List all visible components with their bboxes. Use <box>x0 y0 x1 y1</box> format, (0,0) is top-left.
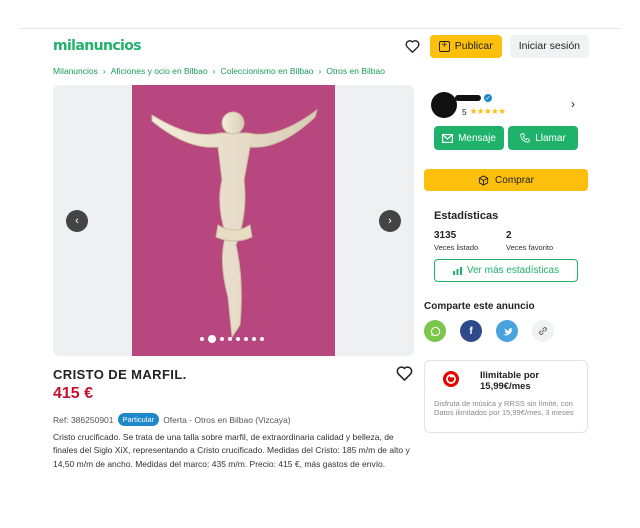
gallery-dot[interactable] <box>236 337 240 341</box>
stat-favs: 2 Veces favorito <box>506 230 553 252</box>
whatsapp-icon[interactable] <box>424 320 446 342</box>
breadcrumb-item[interactable]: Aficiones y ocio en Bilbao <box>111 66 208 76</box>
favs-count: 2 <box>506 230 512 241</box>
gallery-dot[interactable] <box>220 337 224 341</box>
facebook-icon[interactable]: f <box>460 320 482 342</box>
gallery-dot-active[interactable] <box>208 335 216 343</box>
vodafone-logo-icon <box>443 371 459 387</box>
breadcrumb-item[interactable]: Otros en Bilbao <box>326 66 385 76</box>
gallery-dot[interactable] <box>228 337 232 341</box>
seller-avatar <box>431 92 457 118</box>
breadcrumb-item[interactable]: Milanuncios <box>53 66 98 76</box>
more-stats-label: Ver más estadísticas <box>466 265 560 276</box>
milanuncios-logo[interactable]: milanuncios <box>53 38 142 54</box>
stat-views: 3135 Veces listado <box>434 230 478 252</box>
chevron-right-icon[interactable]: › <box>571 97 575 111</box>
views-count: 3135 <box>434 230 457 241</box>
next-image-button[interactable]: › <box>379 210 401 232</box>
gallery-dot[interactable] <box>260 337 264 341</box>
plus-icon: + <box>438 40 450 52</box>
bar-chart-icon <box>452 266 462 275</box>
twitter-icon[interactable] <box>496 320 518 342</box>
seller-name-redacted <box>455 95 481 101</box>
top-divider <box>20 28 620 29</box>
gallery-dot[interactable] <box>200 337 204 341</box>
phone-icon <box>520 133 530 143</box>
favorites-heart-icon[interactable] <box>404 37 422 55</box>
favorite-heart-icon[interactable] <box>396 365 413 386</box>
publish-button[interactable]: + Publicar <box>429 34 502 58</box>
buy-label: Comprar <box>495 174 534 186</box>
login-button[interactable]: Iniciar sesión <box>509 34 589 58</box>
seller-card[interactable]: ✓ 5 ★★★★★ › <box>425 89 578 121</box>
seller-rating: 5 ★★★★★ <box>462 106 506 117</box>
call-button[interactable]: Llamar <box>508 126 578 150</box>
share-buttons: f <box>424 320 554 342</box>
share-title: Comparte este anuncio <box>424 301 535 312</box>
more-stats-button[interactable]: Ver más estadísticas <box>434 259 578 282</box>
stats-title: Estadísticas <box>434 210 499 222</box>
ad-banner[interactable]: Ilimitable por 15,99€/mes Disfruta de mú… <box>424 360 588 433</box>
gallery-dot[interactable] <box>244 337 248 341</box>
seller-type-badge: Particular <box>117 413 160 426</box>
rating-count: 5 <box>462 106 467 117</box>
listing-meta: Ref: 386250901 Particular Oferta - Otros… <box>53 413 291 426</box>
package-icon <box>478 174 489 186</box>
listing-photo[interactable] <box>132 85 335 356</box>
call-label: Llamar <box>535 132 566 144</box>
rating-stars-icon: ★★★★★ <box>469 106 506 116</box>
link-icon[interactable] <box>532 320 554 342</box>
gallery-dots <box>200 335 264 343</box>
breadcrumb: Milanuncios › Aficiones y ocio en Bilbao ›… <box>53 66 385 76</box>
ad-text: Disfruta de música y RRSS sin límite, co… <box>434 399 574 417</box>
listing-description: Cristo crucificado. Se trata de una tall… <box>53 432 410 469</box>
views-label: Veces listado <box>434 243 479 252</box>
image-gallery[interactable]: ‹ › <box>53 85 414 356</box>
verified-icon: ✓ <box>484 94 492 102</box>
gallery-dot[interactable] <box>252 337 256 341</box>
listing-title: CRISTO DE MARFIL. <box>53 367 187 382</box>
listing-price: 415 € <box>53 385 94 402</box>
breadcrumb-item[interactable]: Coleccionismo en Bilbao <box>220 66 313 76</box>
listing-ref: Ref: 386250901 <box>53 414 114 425</box>
message-label: Mensaje <box>458 132 496 144</box>
envelope-icon <box>442 133 454 143</box>
site-header: milanuncios + Publicar Iniciar sesión <box>53 34 589 58</box>
ad-title: Ilimitable por 15,99€/mes <box>480 370 540 392</box>
publish-label: Publicar <box>454 40 493 52</box>
favs-label: Veces favorito <box>506 243 554 252</box>
buy-button[interactable]: Comprar <box>424 169 588 191</box>
listing-category: Oferta - Otros en Bilbao (Vizcaya) <box>163 414 291 425</box>
previous-image-button[interactable]: ‹ <box>66 210 88 232</box>
message-button[interactable]: Mensaje <box>434 126 504 150</box>
